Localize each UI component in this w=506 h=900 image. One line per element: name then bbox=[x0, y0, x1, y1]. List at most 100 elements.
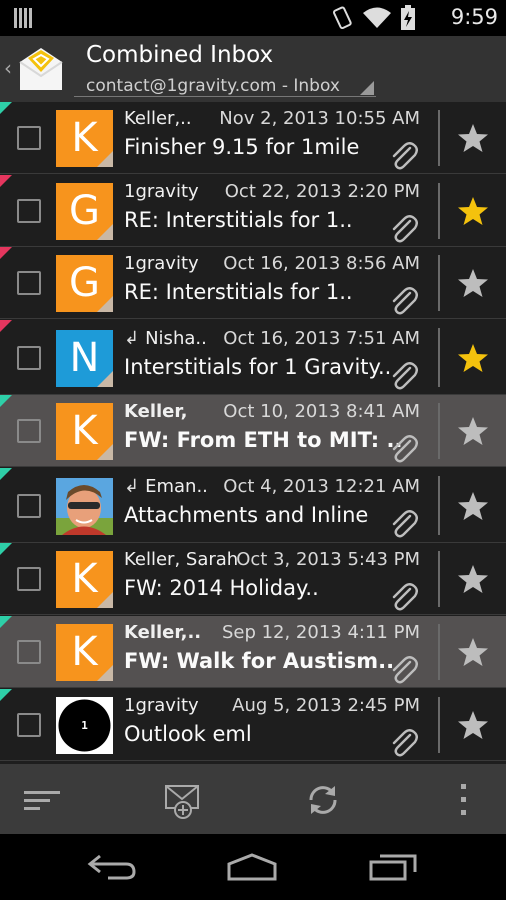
overflow-menu-icon[interactable] bbox=[446, 782, 482, 818]
status-bar: 9:59 bbox=[0, 0, 506, 36]
avatar-fold bbox=[97, 592, 113, 608]
star-divider bbox=[438, 403, 440, 459]
account-color-indicator bbox=[0, 175, 12, 187]
contact-avatar[interactable] bbox=[56, 477, 113, 535]
spinner-indicator-icon bbox=[360, 81, 374, 95]
message-row[interactable]: 1 gravity 1gravity Aug 5, 2013 2:45 PM Outl… bbox=[0, 689, 506, 761]
account-color-indicator bbox=[0, 468, 12, 480]
select-checkbox[interactable] bbox=[17, 345, 41, 370]
system-nav-bar bbox=[0, 834, 506, 900]
sender-name: Keller, Sarah bbox=[124, 549, 239, 570]
message-subject: RE: Interstitials for 1.. bbox=[124, 208, 353, 232]
account-color-indicator bbox=[0, 543, 12, 555]
contact-avatar[interactable]: G bbox=[56, 183, 113, 240]
message-date: Sep 12, 2013 4:11 PM bbox=[221, 622, 420, 643]
attachment-icon bbox=[392, 287, 418, 315]
contact-avatar[interactable]: K bbox=[56, 624, 113, 681]
back-icon[interactable] bbox=[86, 852, 138, 882]
message-subject: FW: 2014 Holiday.. bbox=[124, 576, 319, 600]
refresh-icon[interactable] bbox=[305, 782, 341, 818]
select-checkbox[interactable] bbox=[17, 493, 41, 518]
battery-charging-icon bbox=[401, 5, 415, 30]
select-checkbox[interactable] bbox=[17, 567, 41, 591]
contact-avatar[interactable]: N bbox=[56, 329, 113, 387]
sender-name: ↲ Nisha.. bbox=[124, 327, 207, 349]
star-divider bbox=[438, 476, 440, 535]
star-outline-icon[interactable] bbox=[457, 267, 489, 299]
select-checkbox[interactable] bbox=[17, 199, 41, 223]
attachment-icon bbox=[392, 361, 418, 389]
star-outline-icon[interactable] bbox=[457, 636, 489, 668]
clock: 9:59 bbox=[450, 5, 498, 29]
message-row[interactable]: G 1gravity Oct 22, 2013 2:20 PM RE: Interst… bbox=[0, 175, 506, 247]
attachment-icon bbox=[392, 509, 418, 537]
message-date: Oct 3, 2013 5:43 PM bbox=[236, 549, 420, 570]
rotate-icon bbox=[332, 6, 352, 30]
attachment-icon bbox=[392, 656, 418, 684]
sender-name: 1gravity bbox=[124, 695, 199, 716]
star-outline-icon[interactable] bbox=[457, 490, 489, 522]
message-row[interactable]: K Keller,.. Sep 12, 2013 4:11 PM FW: Walk f… bbox=[0, 616, 506, 688]
home-icon[interactable] bbox=[226, 852, 278, 882]
message-subject: Interstitials for 1 Gravity.. bbox=[124, 354, 392, 379]
message-date: Oct 10, 2013 8:41 AM bbox=[223, 401, 420, 422]
star-divider bbox=[438, 328, 440, 387]
message-row[interactable]: ↲ Eman.. Oct 4, 2013 12:21 AM Attachments a… bbox=[0, 468, 506, 543]
message-list[interactable]: K Keller,.. Nov 2, 2013 10:55 AM Finisher 9… bbox=[0, 102, 506, 764]
account-color-indicator bbox=[0, 395, 12, 407]
wifi-icon bbox=[363, 7, 391, 28]
contact-avatar[interactable]: 1 gravity bbox=[56, 697, 113, 754]
contact-avatar[interactable]: K bbox=[56, 110, 113, 167]
sender-name: Keller, bbox=[124, 401, 188, 422]
avatar-fold bbox=[97, 151, 113, 167]
contact-avatar[interactable]: K bbox=[56, 551, 113, 608]
star-filled-icon[interactable] bbox=[457, 342, 489, 374]
up-chevron-icon[interactable]: ‹ bbox=[4, 56, 12, 80]
message-date: Oct 16, 2013 8:56 AM bbox=[223, 253, 420, 274]
select-checkbox[interactable] bbox=[17, 419, 41, 443]
star-divider bbox=[438, 551, 440, 607]
app-logo-icon[interactable] bbox=[16, 44, 66, 94]
message-row[interactable]: N ↲ Nisha.. Oct 16, 2013 7:51 AM Interstitia… bbox=[0, 320, 506, 395]
sender-name: ↲ Eman.. bbox=[124, 475, 208, 497]
select-checkbox[interactable] bbox=[17, 713, 41, 737]
replied-icon: ↲ bbox=[124, 327, 140, 349]
contact-avatar[interactable]: G bbox=[56, 255, 113, 312]
avatar-fold bbox=[97, 296, 113, 312]
sender-name: Keller,.. bbox=[124, 108, 192, 129]
message-subject: Finisher 9.15 for 1mile bbox=[124, 135, 360, 159]
select-checkbox[interactable] bbox=[17, 126, 41, 150]
star-filled-icon[interactable] bbox=[457, 195, 489, 227]
account-color-indicator bbox=[0, 616, 12, 628]
sort-icon[interactable] bbox=[24, 782, 60, 818]
message-row[interactable]: K Keller,.. Nov 2, 2013 10:55 AM Finisher 9… bbox=[0, 102, 506, 174]
attachment-icon bbox=[392, 435, 418, 463]
message-subject: FW: From ETH to MIT: .. bbox=[124, 428, 403, 452]
star-outline-icon[interactable] bbox=[457, 563, 489, 595]
replied-icon: ↲ bbox=[124, 475, 140, 497]
sender-name: Keller,.. bbox=[124, 622, 202, 643]
message-date: Aug 5, 2013 2:45 PM bbox=[232, 695, 420, 716]
star-outline-icon[interactable] bbox=[457, 122, 489, 154]
recent-apps-icon[interactable] bbox=[368, 852, 420, 882]
message-subject: Outlook eml bbox=[124, 722, 252, 746]
account-color-indicator bbox=[0, 689, 12, 701]
message-date: Nov 2, 2013 10:55 AM bbox=[219, 108, 420, 129]
message-row[interactable]: K Keller, Oct 10, 2013 8:41 AM FW: From ETH… bbox=[0, 395, 506, 467]
account-spinner[interactable]: contact@1gravity.com - Inbox bbox=[86, 76, 340, 96]
star-outline-icon[interactable] bbox=[457, 415, 489, 447]
star-outline-icon[interactable] bbox=[457, 709, 489, 741]
attachment-icon bbox=[392, 142, 418, 170]
bottom-toolbar bbox=[0, 764, 506, 834]
avatar-fold bbox=[97, 665, 113, 681]
message-row[interactable]: G 1gravity Oct 16, 2013 8:56 AM RE: Interst… bbox=[0, 247, 506, 319]
account-color-indicator bbox=[0, 102, 12, 114]
contact-avatar[interactable]: K bbox=[56, 403, 113, 460]
message-subject: Attachments and Inline bbox=[124, 502, 369, 527]
compose-icon[interactable] bbox=[164, 782, 202, 820]
message-row[interactable]: K Keller, Sarah Oct 3, 2013 5:43 PM FW: 201… bbox=[0, 543, 506, 615]
select-checkbox[interactable] bbox=[17, 640, 41, 664]
select-checkbox[interactable] bbox=[17, 271, 41, 295]
star-divider bbox=[438, 697, 440, 753]
message-date: Oct 16, 2013 7:51 AM bbox=[223, 327, 420, 349]
